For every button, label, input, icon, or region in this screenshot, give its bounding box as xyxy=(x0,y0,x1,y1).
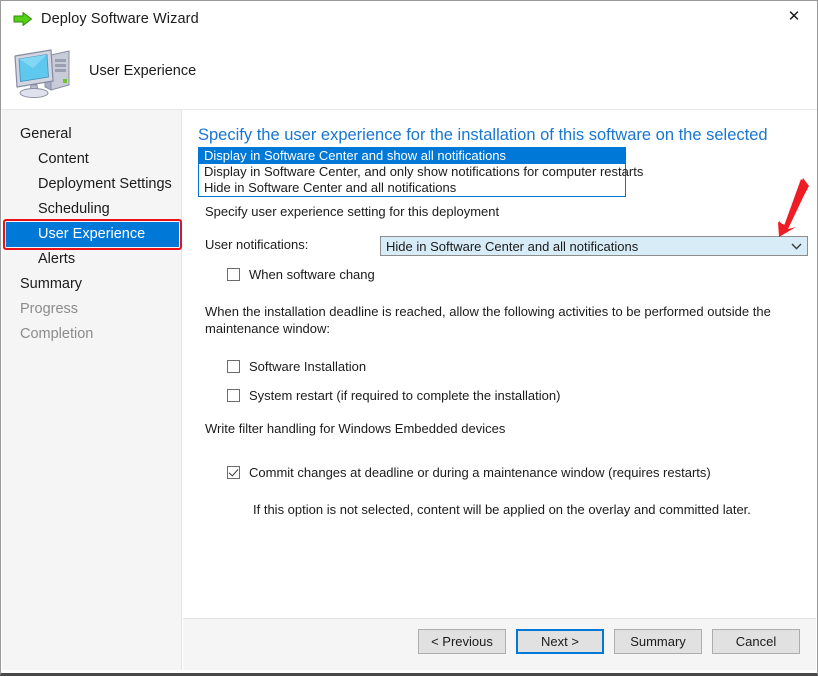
user-notifications-value: Hide in Software Center and all notifica… xyxy=(386,238,639,254)
chevron-down-icon xyxy=(785,243,807,250)
cancel-button[interactable]: Cancel xyxy=(712,629,800,654)
title-bar: Deploy Software Wizard ✕ xyxy=(1,1,817,37)
deploy-software-wizard-window: Deploy Software Wizard ✕ User Experience… xyxy=(0,0,818,676)
user-notifications-row: User notifications: Hide in Software Cen… xyxy=(205,236,808,256)
sidebar-item-completion: Completion xyxy=(20,326,94,342)
software-installation-checkbox[interactable] xyxy=(227,360,240,373)
dropdown-option-display-restarts-only[interactable]: Display in Software Center, and only sho… xyxy=(199,164,643,180)
previous-button[interactable]: < Previous xyxy=(418,629,506,654)
green-right-arrow-icon xyxy=(13,12,32,26)
sidebar-item-summary[interactable]: Summary xyxy=(2,272,181,297)
write-filter-note: If this option is not selected, content … xyxy=(253,502,751,517)
system-restart-checkbox-row: System restart (if required to complete … xyxy=(227,388,560,403)
wizard-page-title: User Experience xyxy=(89,63,197,79)
summary-button[interactable]: Summary xyxy=(614,629,702,654)
sidebar-item-progress: Progress xyxy=(20,301,79,317)
sidebar-item-deployment-settings[interactable]: Deployment Settings xyxy=(2,172,181,197)
sidebar-selected-highlight-box: User Experience xyxy=(2,219,182,250)
sidebar-item-user-experience[interactable]: User Experience xyxy=(6,222,179,247)
intro-text: Specify user experience setting for this… xyxy=(205,204,500,219)
user-notifications-label: User notifications: xyxy=(205,237,309,252)
user-notifications-select[interactable]: Hide in Software Center and all notifica… xyxy=(380,236,808,256)
user-notifications-dropdown-list[interactable]: Display in Software Center and show all … xyxy=(198,147,643,197)
system-restart-checkbox[interactable] xyxy=(227,389,240,402)
dropdown-option-display-all[interactable]: Display in Software Center and show all … xyxy=(199,148,625,164)
sidebar-item-scheduling[interactable]: Scheduling xyxy=(2,197,181,222)
software-installation-label: Software Installation xyxy=(249,359,367,374)
sidebar-item-general[interactable]: General xyxy=(2,122,181,147)
wizard-step-sidebar: General Content Deployment Settings Sche… xyxy=(2,110,182,670)
next-button[interactable]: Next > xyxy=(516,629,604,654)
system-restart-label: System restart (if required to complete … xyxy=(249,388,561,403)
write-filter-heading: Write filter handling for Windows Embedd… xyxy=(205,421,506,436)
software-change-checkbox-row: When software chang xyxy=(227,267,375,282)
commit-changes-checkbox-row: Commit changes at deadline or during a m… xyxy=(227,465,711,480)
wizard-header: User Experience xyxy=(1,37,817,110)
software-change-label: When software chang xyxy=(249,267,375,282)
software-installation-checkbox-row: Software Installation xyxy=(227,359,366,374)
wizard-footer: < Previous Next > Summary Cancel xyxy=(183,618,816,670)
software-change-checkbox[interactable] xyxy=(227,268,240,281)
dropdown-option-hide-all[interactable]: Hide in Software Center and all notifica… xyxy=(199,180,625,196)
computer-icon xyxy=(14,49,70,98)
commit-changes-label: Commit changes at deadline or during a m… xyxy=(249,465,711,480)
sidebar-item-content[interactable]: Content xyxy=(2,147,181,172)
window-title: Deploy Software Wizard xyxy=(41,11,199,27)
deadline-paragraph: When the installation deadline is reache… xyxy=(205,304,771,336)
close-icon[interactable]: ✕ xyxy=(771,1,817,31)
sidebar-item-alerts[interactable]: Alerts xyxy=(2,247,181,272)
commit-changes-checkbox[interactable] xyxy=(227,466,240,479)
